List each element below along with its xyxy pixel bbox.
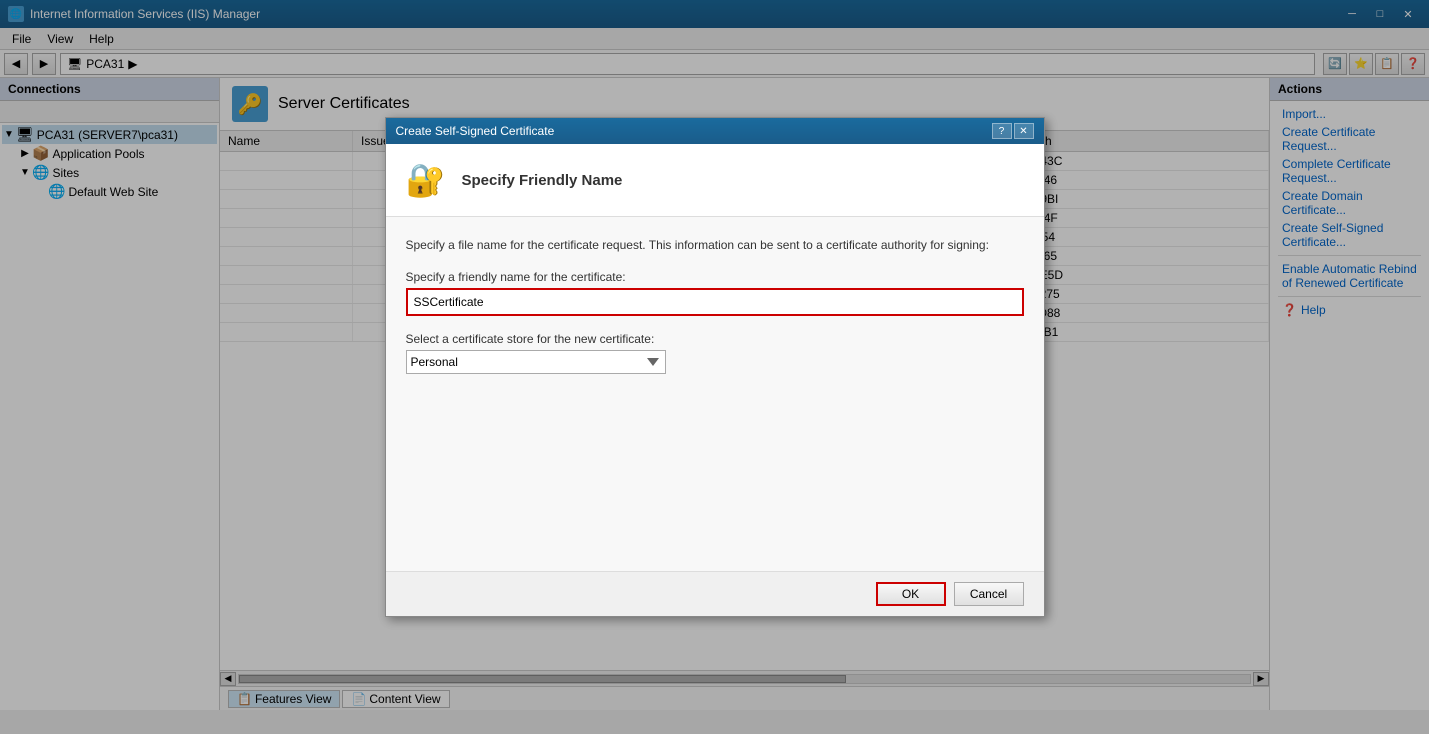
modal-description: Specify a file name for the certificate …: [406, 237, 1024, 254]
ok-button[interactable]: OK: [876, 582, 946, 606]
modal-title: Create Self-Signed Certificate: [396, 124, 555, 138]
certificate-store-select[interactable]: Personal Web Hosting: [406, 350, 666, 374]
modal-overlay: Create Self-Signed Certificate ? ✕ 🔐 Spe…: [0, 0, 1429, 734]
modal-body: Specify a file name for the certificate …: [386, 217, 1044, 571]
create-selfsigned-modal: Create Self-Signed Certificate ? ✕ 🔐 Spe…: [385, 117, 1045, 617]
modal-titlebar-controls: ? ✕: [992, 123, 1034, 139]
friendly-name-input[interactable]: [406, 288, 1024, 316]
modal-close-btn[interactable]: ✕: [1014, 123, 1034, 139]
store-select-label: Select a certificate store for the new c…: [406, 332, 1024, 346]
modal-footer: OK Cancel: [386, 571, 1044, 616]
modal-header-title: Specify Friendly Name: [462, 172, 623, 189]
modal-header-icon: 🔐: [402, 156, 450, 204]
friendly-name-label: Specify a friendly name for the certific…: [406, 270, 1024, 284]
modal-titlebar: Create Self-Signed Certificate ? ✕: [386, 118, 1044, 144]
modal-header: 🔐 Specify Friendly Name: [386, 144, 1044, 217]
modal-help-btn[interactable]: ?: [992, 123, 1012, 139]
cancel-button[interactable]: Cancel: [954, 582, 1024, 606]
